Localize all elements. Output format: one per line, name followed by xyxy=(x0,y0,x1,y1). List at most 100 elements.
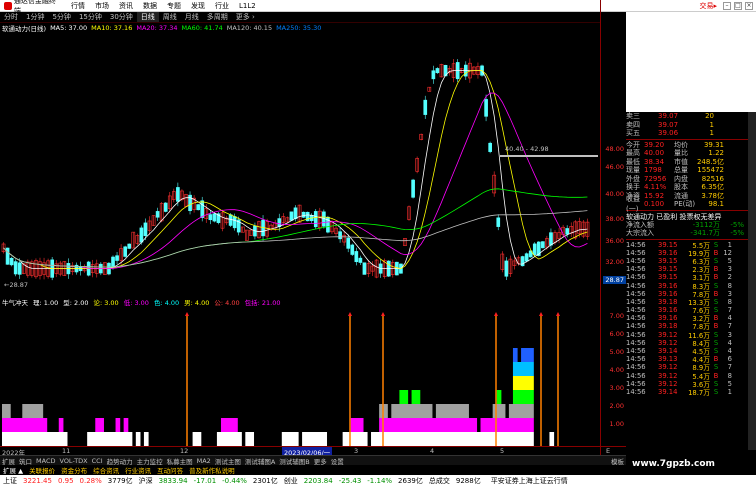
tab-cci[interactable]: CCI xyxy=(90,457,105,465)
tab-trend[interactable]: 趋势动力 xyxy=(105,456,135,466)
tab-daily[interactable]: 日线 xyxy=(136,12,159,22)
tab-weekly[interactable]: 周线 xyxy=(159,12,181,22)
tab-multi-period[interactable]: 多周期 xyxy=(203,12,232,22)
tab-15min[interactable]: 15分钟 xyxy=(75,12,106,22)
indicator-band xyxy=(220,418,226,432)
tab-test-b[interactable]: 测试辅图B xyxy=(277,456,311,466)
minimize-icon[interactable]: – xyxy=(723,1,731,10)
tab-popular[interactable]: 普及新作私说明 xyxy=(186,465,238,475)
indicator-band xyxy=(419,418,425,432)
indicator-band xyxy=(488,432,494,446)
tab-fund-distribution[interactable]: 资金分布 xyxy=(58,465,90,475)
indicator-band xyxy=(415,418,421,432)
tab-general-news[interactable]: 综合资讯 xyxy=(90,465,122,475)
indicator-band xyxy=(448,418,453,432)
indicator-band xyxy=(423,418,429,432)
scrollbar[interactable] xyxy=(748,112,756,450)
tab-industry-news[interactable]: 行业资讯 xyxy=(122,465,154,475)
tab-macd[interactable]: MACD xyxy=(34,457,57,465)
hs-change: -17.01 xyxy=(193,477,217,485)
menu-item-data[interactable]: 数据 xyxy=(138,1,162,11)
tab-main-monitor[interactable]: 主力监控 xyxy=(135,456,165,466)
indicator-band xyxy=(46,432,52,446)
candle-body xyxy=(354,251,359,263)
indicator-band xyxy=(38,432,44,446)
indicator-band xyxy=(285,432,291,446)
tab-zhukou[interactable]: 筑口 xyxy=(17,456,34,466)
tab-30min[interactable]: 30分钟 xyxy=(106,12,137,22)
tab-test-main[interactable]: 测试主图 xyxy=(213,456,243,466)
high-annotation: 40.40 - 42.98 xyxy=(505,145,549,153)
tab-1min[interactable]: 1分钟 xyxy=(22,12,48,22)
hs-label[interactable]: 沪深 xyxy=(136,476,156,486)
tick-list[interactable]: 14:56 39.15 5.5万 S 1 14:56 39.16 19.9万 B 12 14:56 3… xyxy=(626,241,756,397)
maximize-icon[interactable]: □ xyxy=(734,1,742,10)
indicator-band xyxy=(427,432,433,446)
candle-body xyxy=(541,241,545,249)
indicator-band xyxy=(302,432,307,446)
tab-vol[interactable]: VOL-TDX xyxy=(57,457,89,465)
tab-test-a[interactable]: 测试辅图A xyxy=(243,456,277,466)
menu-item-l1l2[interactable]: L1L2 xyxy=(234,2,261,10)
indicator-band xyxy=(115,432,121,446)
indicator-band xyxy=(387,432,392,446)
ma250-label: MA250: 35.30 xyxy=(276,24,322,32)
indicator-band xyxy=(30,418,36,432)
tab-expand[interactable]: 扩展 xyxy=(0,456,17,466)
candle-body xyxy=(139,227,144,243)
candle-body xyxy=(212,213,217,222)
indicator-band xyxy=(314,432,319,446)
menu-item-news[interactable]: 资讯 xyxy=(114,1,138,11)
axis-tick: 32.00 xyxy=(605,258,624,266)
ma10-label: MA10: 37.16 xyxy=(91,24,133,32)
axis-tick: 40.00 xyxy=(605,190,624,198)
cy-label[interactable]: 创业 xyxy=(281,476,301,486)
menu-item-topics[interactable]: 专题 xyxy=(162,1,186,11)
quote-panel: 卖三 39.07 20 卖四 39.07 1 买五 39.06 1 今开 39.2… xyxy=(626,112,756,450)
indicator-band xyxy=(391,418,396,432)
date-label: E xyxy=(606,447,611,455)
quote-row: 收益(一) 0.100 PE(动) 98.1 xyxy=(626,195,724,214)
candle-body xyxy=(504,260,509,277)
indicator-band xyxy=(508,404,514,418)
tab-ma2[interactable]: MA2 xyxy=(195,457,213,465)
indicator-band xyxy=(435,404,441,418)
tab-qa[interactable]: 互动问答 xyxy=(154,465,186,475)
indicator-band xyxy=(34,432,40,446)
tab-related-quote[interactable]: 关联报价 xyxy=(26,465,58,475)
candlestick-chart[interactable]: 40.40 - 42.98 ←28.87 xyxy=(0,33,600,295)
indicator-band xyxy=(342,432,348,446)
candle-body xyxy=(228,214,233,226)
menu-item-market[interactable]: 市场 xyxy=(90,1,114,11)
indicator-band xyxy=(472,418,478,432)
candle-body xyxy=(532,243,537,256)
tab-more[interactable]: 更多 xyxy=(312,456,329,466)
indicator-band xyxy=(521,362,526,376)
tab-template[interactable]: 模板 xyxy=(609,456,626,466)
indicator-band xyxy=(391,404,396,418)
menu-item-industry[interactable]: 行业 xyxy=(210,1,234,11)
indicator-band xyxy=(504,418,510,432)
indicator-band xyxy=(496,432,502,446)
indicator-band xyxy=(2,418,7,432)
menu-item-discover[interactable]: 发现 xyxy=(186,1,210,11)
indicator-band xyxy=(464,404,469,418)
price-axis: 48.00 46.00 40.00 38.00 36.00 32.00 28.8… xyxy=(600,0,626,457)
tab-5min[interactable]: 5分钟 xyxy=(48,12,74,22)
tab-expand-up[interactable]: 扩展 ▲ xyxy=(0,465,26,475)
sh-change: 0.95 xyxy=(57,477,74,485)
tab-settings[interactable]: 设置 xyxy=(329,456,346,466)
trade-menu[interactable]: 交易▸ xyxy=(699,1,723,11)
indicator-chart[interactable] xyxy=(0,306,600,446)
broker-name: 平安证券上海上证云行情 xyxy=(490,477,568,485)
date-label: 4 xyxy=(430,447,435,455)
menu-item-quotes[interactable]: 行情 xyxy=(66,1,90,11)
indicator-band xyxy=(517,390,522,404)
sh-label[interactable]: 上证 xyxy=(0,476,20,486)
tab-monthly[interactable]: 月线 xyxy=(181,12,203,22)
tab-private-main[interactable]: 私募主图 xyxy=(165,456,195,466)
tab-intraday[interactable]: 分时 xyxy=(0,12,22,22)
tab-more[interactable]: 更多 › xyxy=(232,12,259,22)
indicator-name[interactable]: 牛气冲天 xyxy=(2,297,28,307)
close-icon[interactable]: × xyxy=(745,1,753,10)
